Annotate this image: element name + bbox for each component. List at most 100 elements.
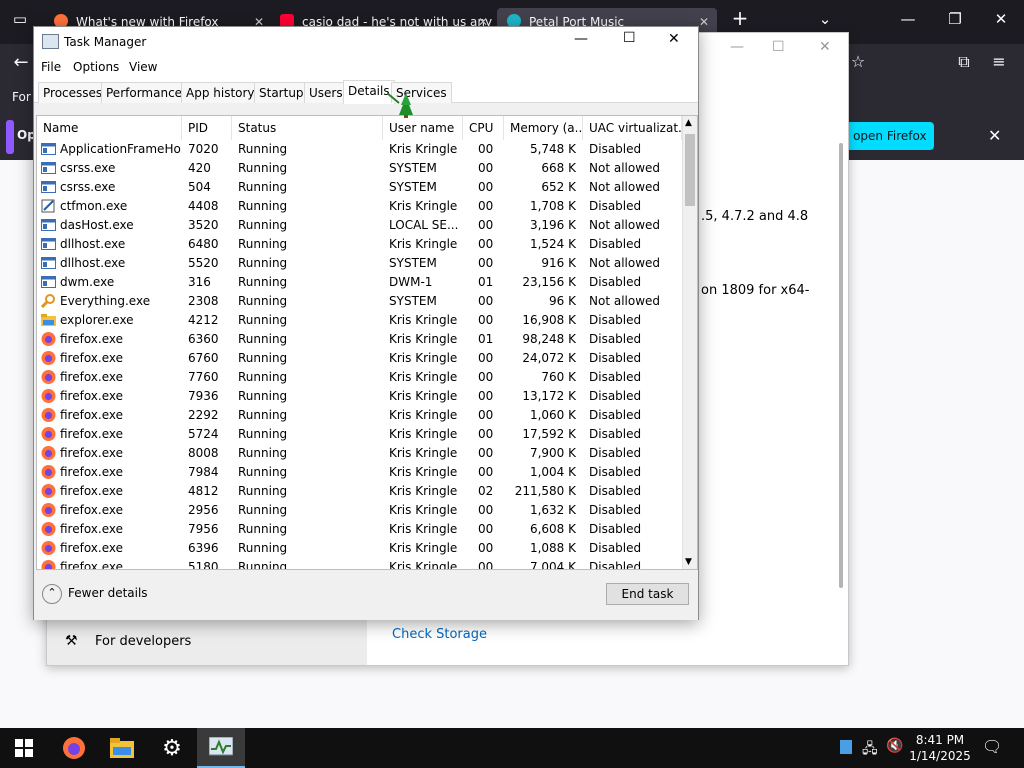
- system-tray-icon[interactable]: [840, 740, 852, 754]
- title-bar: Task Manager — ☐ ✕: [34, 27, 698, 57]
- cell-pid: 2308: [188, 294, 219, 308]
- minimize-icon[interactable]: —: [574, 31, 588, 47]
- notification-center-icon[interactable]: 🗨: [982, 737, 1002, 756]
- sidebar-item-for-developers[interactable]: ⚒ For developers: [47, 619, 367, 665]
- end-task-button[interactable]: End task: [606, 583, 689, 605]
- cell-status: Running: [238, 351, 288, 365]
- task-manager-icon[interactable]: [197, 728, 245, 768]
- tab-list-icon[interactable]: ▭: [5, 10, 35, 28]
- column-header-uac[interactable]: UAC virtualizat...: [583, 116, 682, 140]
- cell-uac: Disabled: [589, 541, 642, 555]
- scroll-down-icon[interactable]: ▼: [685, 557, 692, 567]
- settings-minimize-icon[interactable]: —: [730, 39, 744, 55]
- column-header-user-name[interactable]: User name: [383, 116, 463, 140]
- table-row[interactable]: firefox.exe 7956 Running Kris Kringle 00 6,60…: [37, 520, 682, 539]
- cell-status: Running: [238, 541, 288, 555]
- menu-file[interactable]: File: [41, 60, 61, 74]
- table-row[interactable]: csrss.exe 504 Running SYSTEM 00 652 K Not allo…: [37, 178, 682, 197]
- settings-scrollbar[interactable]: [839, 143, 843, 588]
- cell-pid: 7020: [188, 142, 219, 156]
- tab-users[interactable]: Users: [304, 82, 348, 103]
- app-process-icon: [41, 256, 56, 270]
- file-explorer-icon[interactable]: [98, 728, 146, 768]
- settings-gear-icon[interactable]: ⚙: [148, 728, 196, 768]
- table-row[interactable]: firefox.exe 6760 Running Kris Kringle 00 24,0…: [37, 349, 682, 368]
- network-icon[interactable]: 🖧: [862, 738, 878, 762]
- tab-performance[interactable]: Performance: [101, 82, 188, 103]
- settings-close-icon[interactable]: ✕: [819, 39, 831, 55]
- table-row[interactable]: explorer.exe 4212 Running Kris Kringle 00 16,…: [37, 311, 682, 330]
- chevron-down-icon[interactable]: ⌄: [810, 10, 840, 28]
- scroll-up-icon[interactable]: ▲: [685, 118, 692, 128]
- check-storage-link[interactable]: Check Storage: [392, 627, 487, 642]
- cell-user: SYSTEM: [389, 256, 437, 270]
- tab-processes[interactable]: Processes: [38, 82, 108, 103]
- table-row[interactable]: dllhost.exe 6480 Running Kris Kringle 00 1,52…: [37, 235, 682, 254]
- table-row[interactable]: csrss.exe 420 Running SYSTEM 00 668 K Not allo…: [37, 159, 682, 178]
- details-table: Name ^ PID Status User name CPU Memory (…: [36, 115, 698, 570]
- windows-start-icon[interactable]: [0, 728, 48, 768]
- table-header: Name ^ PID Status User name CPU Memory (…: [37, 116, 682, 140]
- cell-user: Kris Kringle: [389, 351, 458, 365]
- chevron-up-icon[interactable]: ⌃: [42, 584, 62, 604]
- volume-muted-icon[interactable]: 🔇: [886, 738, 903, 754]
- cell-pid: 6760: [188, 351, 219, 365]
- firefox-icon[interactable]: [50, 728, 98, 768]
- bookmark-item[interactable]: For: [12, 90, 31, 104]
- table-row[interactable]: firefox.exe 7984 Running Kris Kringle 00 1,00…: [37, 463, 682, 482]
- table-row[interactable]: firefox.exe 2956 Running Kris Kringle 00 1,63…: [37, 501, 682, 520]
- app-process-icon: [41, 180, 56, 194]
- tab-app-history[interactable]: App history: [181, 82, 260, 103]
- table-row[interactable]: firefox.exe 6396 Running Kris Kringle 00 1,08…: [37, 539, 682, 558]
- open-firefox-button[interactable]: , open Firefox: [838, 122, 934, 150]
- cell-uac: Disabled: [589, 522, 642, 536]
- cell-cpu: 00: [478, 427, 494, 441]
- column-header-cpu[interactable]: CPU: [463, 116, 504, 140]
- firefox-process-icon: [41, 370, 56, 384]
- column-header-pid[interactable]: PID: [182, 116, 232, 140]
- table-row[interactable]: firefox.exe 5724 Running Kris Kringle 00 17,5…: [37, 425, 682, 444]
- restore-icon[interactable]: ❐: [940, 10, 970, 28]
- table-row[interactable]: dasHost.exe 3520 Running LOCAL SE... 00 3,196…: [37, 216, 682, 235]
- cell-cpu: 00: [478, 522, 494, 536]
- close-window-icon[interactable]: ✕: [986, 10, 1016, 28]
- cell-name: csrss.exe: [60, 180, 116, 194]
- hamburger-menu-icon[interactable]: ≡: [984, 52, 1014, 71]
- minimize-icon[interactable]: —: [893, 10, 923, 28]
- cell-pid: 6360: [188, 332, 219, 346]
- table-row[interactable]: firefox.exe 2292 Running Kris Kringle 00 1,06…: [37, 406, 682, 425]
- page-text: on 1809 for x64-: [701, 283, 810, 298]
- back-arrow-icon[interactable]: ←: [6, 52, 36, 73]
- cell-name: firefox.exe: [60, 370, 124, 384]
- close-notification-icon[interactable]: ✕: [988, 126, 1001, 145]
- table-row[interactable]: firefox.exe 7936 Running Kris Kringle 00 13,1…: [37, 387, 682, 406]
- clock[interactable]: 8:41 PM 1/14/2025: [905, 733, 975, 763]
- menu-options[interactable]: Options: [73, 60, 119, 74]
- firefox-process-icon: [41, 503, 56, 517]
- close-icon[interactable]: ✕: [668, 31, 680, 47]
- table-row[interactable]: firefox.exe 6360 Running Kris Kringle 01 98,2…: [37, 330, 682, 349]
- settings-maximize-icon[interactable]: ☐: [772, 39, 785, 55]
- vertical-scrollbar[interactable]: ▲ ▼: [682, 116, 697, 569]
- table-row[interactable]: firefox.exe 4812 Running Kris Kringle 02 211,…: [37, 482, 682, 501]
- table-row[interactable]: Everything.exe 2308 Running SYSTEM 00 96 K Not…: [37, 292, 682, 311]
- tab-startup[interactable]: Startup: [254, 82, 309, 103]
- table-row[interactable]: ApplicationFrameHo... 7020 Running Kris Kri…: [37, 140, 682, 159]
- new-tab-icon[interactable]: +: [725, 6, 755, 30]
- column-header-memory[interactable]: Memory (a...: [504, 116, 583, 140]
- table-row[interactable]: dwm.exe 316 Running DWM-1 01 23,156 K Disabled: [37, 273, 682, 292]
- menu-view[interactable]: View: [129, 60, 157, 74]
- table-row[interactable]: ctfmon.exe 4408 Running Kris Kringle 00 1,708…: [37, 197, 682, 216]
- table-row[interactable]: dllhost.exe 5520 Running SYSTEM 00 916 K Not a…: [37, 254, 682, 273]
- column-header-status[interactable]: Status: [232, 116, 383, 140]
- table-row[interactable]: firefox.exe 7760 Running Kris Kringle 00 760 …: [37, 368, 682, 387]
- cell-mem: 23,156 K: [522, 275, 576, 289]
- maximize-icon[interactable]: ☐: [623, 30, 636, 46]
- table-row[interactable]: firefox.exe 8008 Running Kris Kringle 00 7,90…: [37, 444, 682, 463]
- extensions-icon[interactable]: ⧉: [949, 52, 979, 72]
- fewer-details-link[interactable]: Fewer details: [68, 586, 148, 600]
- cell-user: DWM-1: [389, 275, 433, 289]
- cell-name: csrss.exe: [60, 161, 116, 175]
- scrollbar-thumb[interactable]: [685, 134, 695, 206]
- table-row[interactable]: firefox.exe 5180 Running Kris Kringle 00 7,00…: [37, 558, 682, 569]
